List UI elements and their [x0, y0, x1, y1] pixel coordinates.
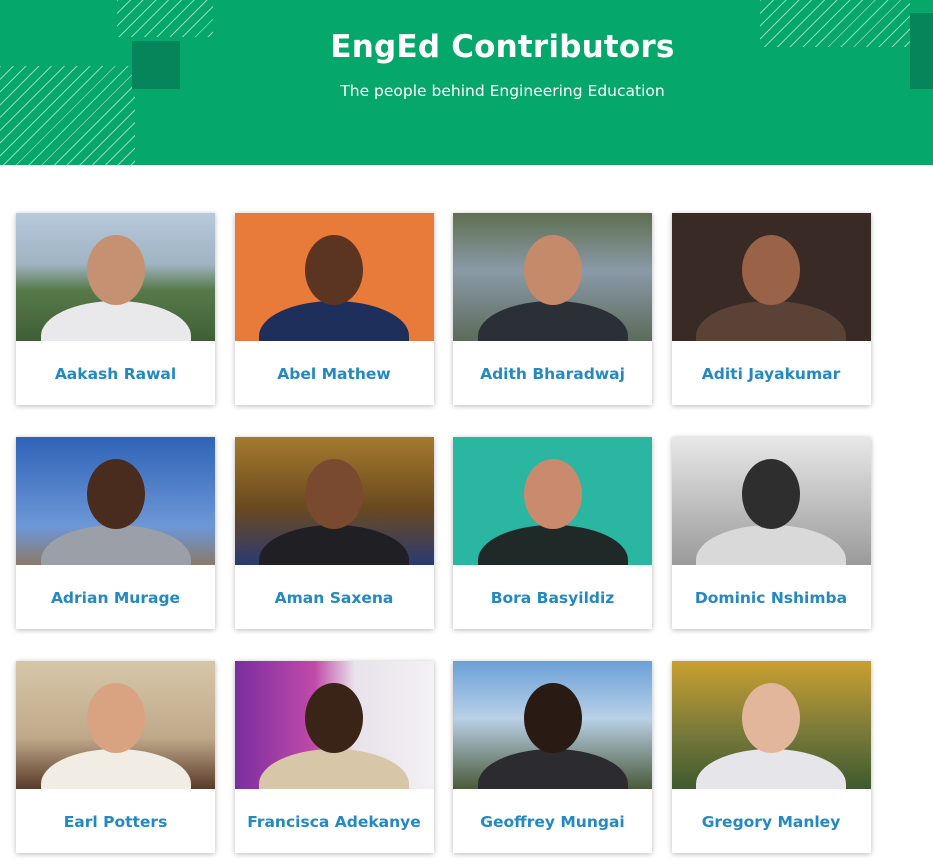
page-title: EngEd Contributors — [330, 29, 675, 65]
contributor-card[interactable]: Aakash Rawal — [16, 213, 215, 405]
contributor-name-link[interactable]: Abel Mathew — [235, 341, 434, 405]
person-silhouette-torso — [477, 749, 628, 789]
contributor-name-link[interactable]: Bora Basyildiz — [453, 565, 652, 629]
contributor-card[interactable]: Abel Mathew — [234, 213, 434, 405]
person-silhouette-head — [523, 683, 582, 753]
person-silhouette-torso — [40, 749, 191, 789]
contributor-photo[interactable] — [671, 213, 871, 341]
contributor-name-link[interactable]: Aman Saxena — [235, 565, 434, 629]
contributor-card[interactable]: Bora Basyildiz — [453, 437, 652, 629]
contributor-photo[interactable] — [16, 437, 215, 565]
person-silhouette-head — [86, 235, 145, 305]
contributor-photo[interactable] — [234, 661, 434, 789]
person-silhouette-torso — [696, 301, 846, 341]
contributor-photo[interactable] — [234, 437, 434, 565]
person-silhouette-torso — [40, 301, 191, 341]
contributor-name-link[interactable]: Francisca Adekanye — [235, 789, 434, 853]
contributors-grid: Aakash Rawal Abel Mathew Adith Bharadwaj Ad… — [16, 213, 871, 853]
contributor-photo[interactable] — [16, 661, 215, 789]
contributor-photo[interactable] — [234, 213, 434, 341]
contributor-name-link[interactable]: Dominic Nshimba — [672, 565, 871, 629]
contributor-card[interactable]: Aman Saxena — [234, 437, 434, 629]
contributor-name-link[interactable]: Gregory Manley — [672, 789, 871, 853]
contributor-photo[interactable] — [453, 213, 652, 341]
contributor-card[interactable]: Dominic Nshimba — [671, 437, 871, 629]
contributor-name-link[interactable]: Earl Potters — [16, 789, 215, 853]
person-silhouette-torso — [259, 301, 409, 341]
person-silhouette-head — [86, 459, 145, 529]
person-silhouette-head — [86, 683, 145, 753]
contributor-photo[interactable] — [671, 437, 871, 565]
contributor-card[interactable]: Francisca Adekanye — [234, 661, 434, 853]
contributor-card[interactable]: Gregory Manley — [671, 661, 871, 853]
person-silhouette-head — [742, 235, 800, 305]
person-silhouette-torso — [259, 749, 409, 789]
person-silhouette-torso — [696, 749, 846, 789]
page-header: EngEd Contributors The people behind Eng… — [0, 0, 933, 165]
contributor-photo[interactable] — [16, 213, 215, 341]
contributor-photo[interactable] — [453, 437, 652, 565]
decorative-stripes — [0, 66, 135, 165]
contributor-name-link[interactable]: Aakash Rawal — [16, 341, 215, 405]
contributor-card[interactable]: Geoffrey Mungai — [453, 661, 652, 853]
contributor-photo[interactable] — [671, 661, 871, 789]
person-silhouette-head — [742, 683, 800, 753]
person-silhouette-torso — [40, 525, 191, 565]
contributor-card[interactable]: Earl Potters — [16, 661, 215, 853]
contributor-name-link[interactable]: Adrian Murage — [16, 565, 215, 629]
person-silhouette-torso — [696, 525, 846, 565]
contributor-card[interactable]: Adith Bharadwaj — [453, 213, 652, 405]
person-silhouette-head — [523, 459, 582, 529]
page-subtitle: The people behind Engineering Education — [340, 82, 665, 100]
person-silhouette-torso — [259, 525, 409, 565]
contributor-name-link[interactable]: Geoffrey Mungai — [453, 789, 652, 853]
contributor-name-link[interactable]: Aditi Jayakumar — [672, 341, 871, 405]
person-silhouette-torso — [477, 525, 628, 565]
contributor-photo[interactable] — [453, 661, 652, 789]
contributor-name-link[interactable]: Adith Bharadwaj — [453, 341, 652, 405]
contributor-card[interactable]: Adrian Murage — [16, 437, 215, 629]
contributor-card[interactable]: Aditi Jayakumar — [671, 213, 871, 405]
person-silhouette-head — [305, 235, 363, 305]
person-silhouette-head — [305, 683, 363, 753]
person-silhouette-torso — [477, 301, 628, 341]
person-silhouette-head — [305, 459, 363, 529]
person-silhouette-head — [742, 459, 800, 529]
person-silhouette-head — [523, 235, 582, 305]
